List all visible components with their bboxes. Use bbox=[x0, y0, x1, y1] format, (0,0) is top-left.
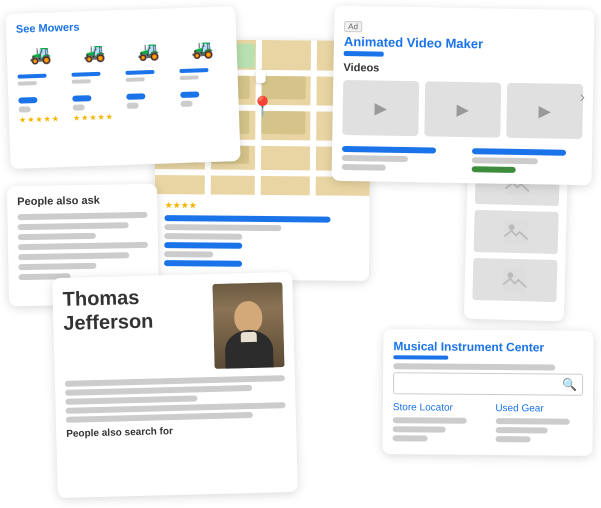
map-label-box bbox=[256, 70, 266, 83]
image-icon-3 bbox=[501, 266, 530, 295]
map-pin: 📍 bbox=[250, 95, 275, 120]
music-card: Musical Instrument Center 🔍 Store Locato… bbox=[382, 329, 593, 456]
tj-header: Thomas Jefferson bbox=[62, 282, 284, 373]
used-gear-label[interactable]: Used Gear bbox=[495, 403, 583, 415]
paf-title: People also search for bbox=[66, 423, 286, 440]
mower-icon-2: 🚜 bbox=[76, 38, 113, 67]
music-line-1 bbox=[393, 363, 555, 370]
ad-label: Ad bbox=[344, 21, 362, 32]
mower-bottom-1: ★★★★★ bbox=[18, 93, 67, 125]
image-2[interactable] bbox=[474, 210, 559, 254]
mower-bottom-4 bbox=[180, 87, 229, 119]
chevron-right-icon[interactable]: › bbox=[579, 89, 585, 107]
portrait-silhouette bbox=[223, 292, 275, 368]
image-3[interactable] bbox=[472, 258, 557, 302]
video-thumb-1[interactable]: ▶ bbox=[342, 80, 419, 136]
paa-lines bbox=[17, 212, 148, 280]
music-accent-bar bbox=[393, 355, 448, 359]
video-col-1 bbox=[342, 143, 453, 175]
mower-bottom-3 bbox=[126, 89, 175, 121]
mower-item-3[interactable]: 🚜 bbox=[124, 36, 174, 85]
paf-person-2[interactable] bbox=[72, 446, 73, 491]
mower-bottom-2: ★★★★★ bbox=[72, 91, 121, 123]
tj-name: Thomas Jefferson bbox=[62, 284, 204, 373]
tj-portrait-inner bbox=[212, 282, 284, 369]
portrait-body bbox=[225, 329, 274, 369]
music-search-input[interactable] bbox=[399, 375, 562, 392]
mower-icon-1: 🚜 bbox=[22, 40, 59, 69]
paf-person-3[interactable] bbox=[77, 446, 78, 491]
map-stars-row: ★★★★ bbox=[165, 200, 360, 213]
paf-person-4[interactable] bbox=[82, 445, 83, 490]
mower-lines-1 bbox=[17, 70, 66, 89]
mower-item-2[interactable]: 🚜 bbox=[70, 38, 120, 87]
video-title[interactable]: Animated Video Maker bbox=[344, 34, 584, 53]
stars-2: ★★★★★ bbox=[73, 112, 121, 123]
music-title[interactable]: Musical Instrument Center bbox=[393, 339, 583, 355]
video-col-2 bbox=[472, 145, 583, 177]
music-search-row: 🔍 bbox=[393, 372, 583, 396]
music-col-store: Store Locator bbox=[393, 402, 481, 445]
map-info: ★★★★ bbox=[154, 194, 370, 277]
tj-description bbox=[65, 375, 286, 423]
mowers-bottom-row: ★★★★★ ★★★★★ bbox=[18, 87, 229, 124]
video-info bbox=[342, 143, 582, 177]
mower-lines-4 bbox=[179, 64, 228, 83]
mower-icon-4: 🚜 bbox=[184, 35, 221, 64]
mowers-title[interactable]: See Mowers bbox=[16, 16, 226, 35]
video-thumb-3[interactable]: ▶ bbox=[506, 83, 583, 139]
mower-item-1[interactable]: 🚜 bbox=[16, 40, 66, 89]
mower-item-4[interactable]: 🚜 bbox=[178, 34, 228, 83]
video-thumbnails: ▶ ▶ ▶ bbox=[342, 80, 583, 139]
search-icon[interactable]: 🔍 bbox=[562, 378, 577, 392]
video-accent-bar bbox=[344, 51, 384, 57]
mowers-grid: 🚜 🚜 🚜 🚜 bbox=[16, 34, 228, 88]
star-rating: ★★★★ bbox=[165, 200, 197, 211]
portrait-collar bbox=[241, 332, 257, 342]
image-icon-2 bbox=[502, 218, 531, 247]
stars-1: ★★★★★ bbox=[19, 114, 67, 125]
paa-title: People also ask bbox=[17, 194, 147, 208]
music-col-gear: Used Gear bbox=[495, 403, 583, 446]
portrait-head bbox=[234, 301, 263, 334]
music-cols: Store Locator Used Gear bbox=[393, 402, 583, 446]
mower-lines-3 bbox=[125, 66, 174, 85]
thomas-jefferson-card: Thomas Jefferson People also search for bbox=[52, 272, 298, 498]
mower-icon-3: 🚜 bbox=[130, 36, 167, 65]
video-thumb-2[interactable]: ▶ bbox=[424, 81, 501, 137]
videos-section-label: Videos bbox=[343, 62, 583, 78]
tj-portrait bbox=[212, 282, 284, 369]
video-card: Ad Animated Video Maker Videos ▶ ▶ ▶ › bbox=[331, 6, 594, 186]
mowers-card: See Mowers 🚜 🚜 🚜 🚜 bbox=[5, 6, 240, 169]
paf-thumbnails bbox=[67, 440, 288, 491]
store-locator-label[interactable]: Store Locator bbox=[393, 402, 481, 414]
mower-lines-2 bbox=[71, 68, 120, 87]
paf-person-1[interactable] bbox=[67, 446, 68, 491]
